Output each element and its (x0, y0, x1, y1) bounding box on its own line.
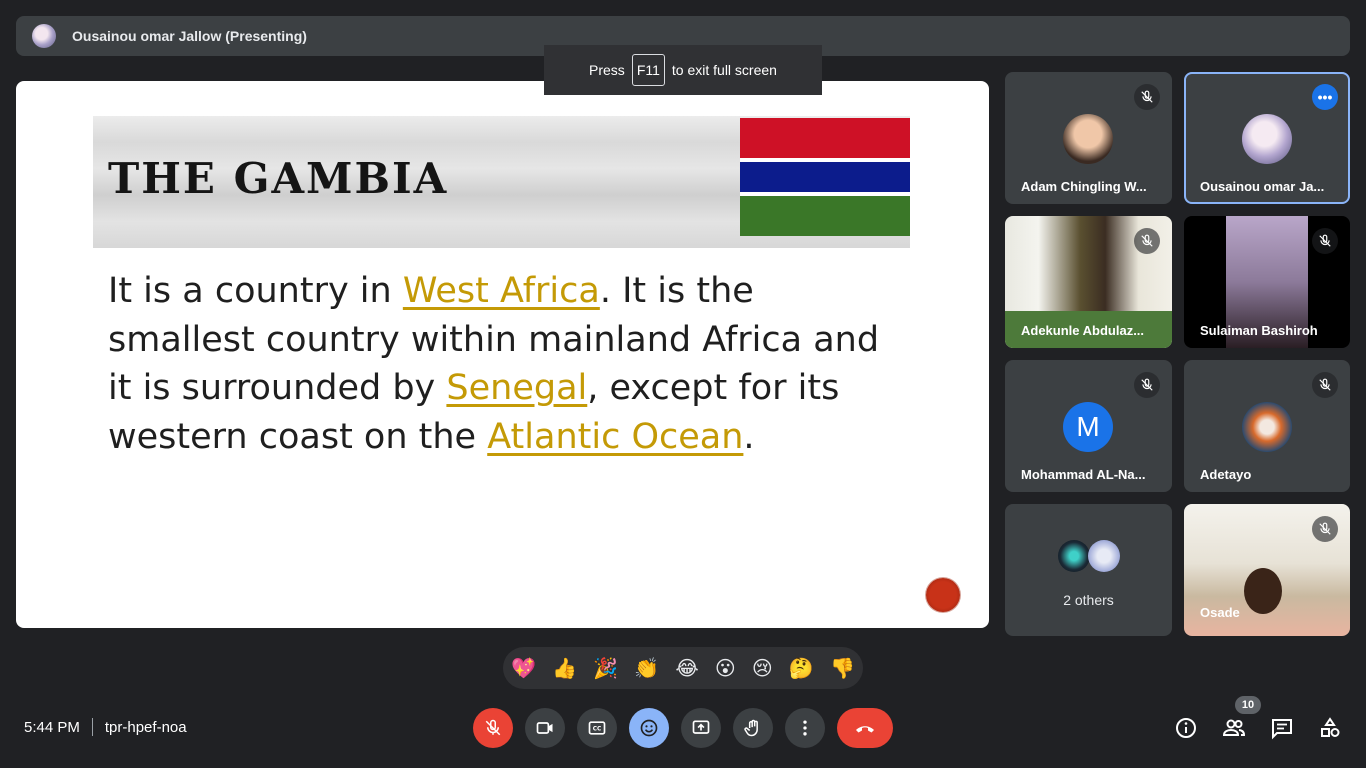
meeting-code: tpr-hpef-noa (104, 718, 187, 736)
camera-icon (536, 722, 553, 734)
participant-name: Adekunle Abdulaz... (1021, 323, 1145, 338)
participant-name: Osade (1200, 605, 1240, 620)
camera-toggle-button[interactable] (525, 708, 565, 748)
smiley-icon (640, 719, 658, 737)
fullscreen-toast: Press F11 to exit full screen (544, 45, 822, 95)
hand-icon (744, 719, 758, 737)
avatar (1063, 114, 1113, 164)
mic-off-icon (485, 719, 501, 736)
presenter-avatar (32, 24, 56, 48)
present-screen-button[interactable] (681, 708, 721, 748)
presenter-name: Ousainou omar Jallow (Presenting) (72, 28, 307, 44)
mic-off-icon (1312, 516, 1338, 542)
gambia-flag-image (740, 118, 910, 240)
activities-button[interactable] (1316, 714, 1344, 742)
avatar (1058, 540, 1090, 572)
mic-off-icon (1134, 84, 1160, 110)
mic-off-icon (1134, 372, 1160, 398)
mic-toggle-button[interactable] (473, 708, 513, 748)
participant-tile[interactable]: Adam Chingling W... (1005, 72, 1172, 204)
reaction-clapping[interactable]: 👏 (634, 656, 659, 681)
participant-tile[interactable]: ••• Ousainou omar Ja... (1184, 72, 1350, 204)
slide-text-part: . (743, 416, 755, 457)
link-senegal[interactable]: Senegal (446, 368, 587, 408)
reaction-party-popper[interactable]: 🎉 (593, 656, 618, 681)
meeting-details-button[interactable] (1172, 714, 1200, 742)
participant-count-badge: 10 (1235, 696, 1261, 714)
slide-title: THE GAMBIA (108, 154, 449, 203)
raise-hand-button[interactable] (733, 708, 773, 748)
link-west-africa[interactable]: West Africa (403, 271, 600, 311)
participant-tile[interactable]: Adetayo (1184, 360, 1350, 492)
chat-icon (1272, 719, 1292, 740)
captions-button[interactable]: CC (577, 708, 617, 748)
divider (91, 718, 93, 736)
participant-tile[interactable]: Adekunle Abdulaz... (1005, 216, 1172, 348)
captions-icon: CC (588, 721, 606, 735)
toast-text-before: Press (589, 62, 625, 78)
reaction-laughing[interactable]: 😂 (675, 656, 698, 681)
recording-indicator (926, 578, 960, 612)
participant-name: Adam Chingling W... (1021, 179, 1147, 194)
more-vert-icon (803, 720, 807, 736)
reaction-bar: 💖 👍 🎉 👏 😂 😮 😢 🤔 👎 (503, 647, 863, 689)
people-icon (1222, 719, 1246, 736)
svg-text:CC: CC (593, 727, 602, 733)
slide-body-text: It is a country in West Africa. It is th… (108, 267, 908, 461)
reaction-crying[interactable]: 😢 (752, 656, 773, 681)
reaction-surprised[interactable]: 😮 (715, 656, 736, 681)
toast-text-after: to exit full screen (671, 62, 777, 78)
slide-banner: THE GAMBIA (93, 116, 910, 248)
end-call-button[interactable] (837, 708, 893, 748)
participant-name: Adetayo (1200, 467, 1252, 482)
avatar (1242, 114, 1292, 164)
mic-off-icon (1312, 372, 1338, 398)
participant-name: Sulaiman Bashiroh (1200, 323, 1318, 338)
avatar (1242, 402, 1292, 452)
activities-icon (1321, 717, 1340, 737)
meeting-info: 5:44 PM tpr-hpef-noa (24, 718, 187, 736)
participant-name: Ousainou omar Ja... (1200, 179, 1325, 194)
present-icon (692, 720, 710, 734)
participant-tile[interactable]: Sulaiman Bashiroh (1184, 216, 1350, 348)
info-icon (1176, 718, 1196, 738)
participant-tile[interactable]: M Mohammad AL-Na... (1005, 360, 1172, 492)
f11-key: F11 (631, 54, 665, 86)
reaction-thinking[interactable]: 🤔 (789, 656, 814, 681)
mic-off-icon (1312, 228, 1338, 254)
reaction-thumbs-up[interactable]: 👍 (552, 656, 577, 681)
meeting-time: 5:44 PM (24, 718, 80, 736)
avatar: M (1063, 402, 1113, 452)
slide-text-part: It is a country in (108, 271, 403, 311)
reaction-thumbs-down[interactable]: 👎 (830, 656, 855, 681)
participant-name: Mohammad AL-Na... (1021, 467, 1146, 482)
link-atlantic-ocean[interactable]: Atlantic Ocean (487, 417, 743, 457)
people-button[interactable] (1220, 714, 1248, 742)
reaction-sparkling-heart[interactable]: 💖 (511, 656, 536, 681)
others-label: 2 others (1063, 592, 1114, 608)
avatar (1088, 540, 1120, 572)
participant-tile[interactable]: Osade (1184, 504, 1350, 636)
mic-off-icon (1134, 228, 1160, 254)
more-options-icon[interactable]: ••• (1312, 84, 1338, 110)
presentation-slide: THE GAMBIA It is a country in West Afric… (16, 81, 989, 628)
others-tile[interactable]: 2 others (1005, 504, 1172, 636)
more-options-button[interactable] (785, 708, 825, 748)
emoji-reactions-button[interactable] (629, 708, 669, 748)
hang-up-icon (856, 726, 874, 733)
chat-button[interactable] (1268, 714, 1296, 742)
